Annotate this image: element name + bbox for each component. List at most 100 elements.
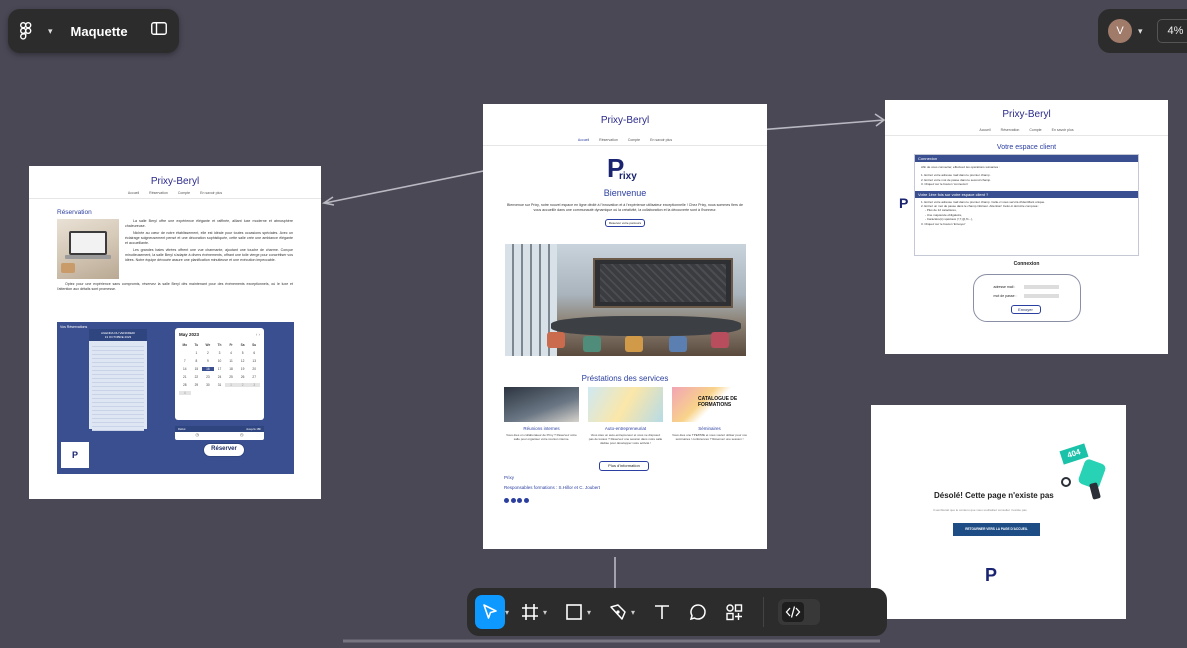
service-title: Auto-entrepreneuriat bbox=[604, 426, 647, 431]
email-field[interactable] bbox=[1023, 285, 1059, 289]
chevron-down-icon[interactable]: ▾ bbox=[505, 608, 509, 617]
calendar-day[interactable]: 24 bbox=[214, 375, 226, 379]
frame-404[interactable]: 404 Désolé! Cette page n'existe pas Il s… bbox=[871, 405, 1126, 619]
nav-account[interactable]: Compte bbox=[628, 138, 640, 142]
calendar-day[interactable]: 18 bbox=[225, 367, 237, 371]
dev-mode-toggle[interactable] bbox=[778, 599, 821, 625]
calendar-day[interactable]: 17 bbox=[214, 367, 226, 371]
text-paragraph: Les grandes baies vitrées offrent une vu… bbox=[125, 248, 293, 262]
calendar-day[interactable]: 19 bbox=[237, 367, 249, 371]
nav-reservation[interactable]: Réservation bbox=[599, 138, 618, 142]
nav-account[interactable]: Compte bbox=[178, 191, 190, 195]
hash-frame-icon bbox=[522, 604, 539, 620]
calendar[interactable]: May 2023 ‹ › Mo Tu We Th Fr Sa Su 1 2 3 4 5 6 7 8 9 10 11… bbox=[175, 328, 264, 420]
zoom-level[interactable]: 4% bbox=[1156, 19, 1187, 43]
figma-logo-icon[interactable] bbox=[20, 22, 46, 40]
nav-more[interactable]: En savoir plus bbox=[650, 138, 672, 142]
calendar-day[interactable]: 21 bbox=[179, 375, 191, 379]
calendar-day[interactable]: 3 bbox=[214, 351, 226, 355]
actions-tool[interactable] bbox=[719, 595, 749, 629]
calendar-day[interactable]: 7 bbox=[179, 359, 191, 363]
calendar-day[interactable]: 28 bbox=[179, 383, 191, 387]
nav-reservation[interactable]: Réservation bbox=[1001, 128, 1020, 132]
calendar-nav-icon[interactable]: ‹ › bbox=[256, 332, 260, 337]
social-icons bbox=[504, 498, 529, 503]
more-info-button[interactable]: Plus d'information bbox=[599, 461, 649, 471]
calendar-day[interactable]: 3 bbox=[248, 383, 260, 387]
time-range[interactable]: Début Jusqu'à 18h ◷ ◷ bbox=[175, 426, 264, 440]
frame-home[interactable]: Prixy-Beryl Accueil Réservation Compte E… bbox=[483, 104, 767, 549]
prixy-logo: P bbox=[61, 442, 89, 468]
nav-home[interactable]: Accueil bbox=[979, 128, 990, 132]
submit-button[interactable]: Envoyer bbox=[1010, 305, 1041, 314]
calendar-day[interactable]: 14 bbox=[179, 367, 191, 371]
nav-reservation[interactable]: Réservation bbox=[149, 191, 168, 195]
comment-tool[interactable] bbox=[683, 595, 713, 629]
nav-home[interactable]: Accueil bbox=[578, 138, 589, 142]
chevron-down-icon[interactable]: ▾ bbox=[1138, 26, 1143, 37]
calendar-day[interactable]: 4 bbox=[225, 351, 237, 355]
instruction-step: 3. Cliquez sur le bouton 'Envoyer' bbox=[921, 221, 966, 226]
frame-reservation[interactable]: Prixy-Beryl Accueil Réservation Compte E… bbox=[29, 166, 321, 499]
calendar-day[interactable]: 10 bbox=[214, 359, 226, 363]
move-tool[interactable] bbox=[475, 595, 505, 629]
calendar-day[interactable]: 12 bbox=[237, 359, 249, 363]
sidebar-toggle-icon[interactable] bbox=[151, 22, 167, 40]
calendar-day[interactable]: 31 bbox=[214, 383, 226, 387]
cta-button[interactable]: Réserver votre parcours bbox=[605, 219, 645, 227]
calendar-day[interactable]: 23 bbox=[202, 375, 214, 379]
calendar-day[interactable]: 8 bbox=[191, 359, 203, 363]
calendar-day[interactable]: 1 bbox=[225, 383, 237, 387]
nav-account[interactable]: Compte bbox=[1029, 128, 1041, 132]
nav-more[interactable]: En savoir plus bbox=[1052, 128, 1074, 132]
file-name[interactable]: Maquette bbox=[71, 24, 128, 39]
calendar-day[interactable]: 6 bbox=[248, 351, 260, 355]
calendar-day[interactable]: 15 bbox=[191, 367, 203, 371]
instagram-icon[interactable] bbox=[517, 498, 522, 503]
site-nav: Accueil Réservation Compte En savoir plu… bbox=[483, 138, 767, 142]
back-home-button[interactable]: RETOURNER VERS LA PAGE D'ACCUEIL bbox=[953, 523, 1040, 536]
calendar-day[interactable]: 2 bbox=[202, 351, 214, 355]
password-field[interactable] bbox=[1023, 294, 1059, 298]
prixy-logo: P bbox=[985, 565, 998, 585]
chevron-down-icon[interactable]: ▾ bbox=[543, 608, 547, 617]
frame-tool[interactable]: ▾ bbox=[515, 595, 553, 629]
chevron-down-icon[interactable]: ▾ bbox=[587, 608, 591, 617]
calendar-day[interactable] bbox=[179, 351, 191, 355]
calendar-day[interactable]: 27 bbox=[248, 375, 260, 379]
calendar-day[interactable]: 25 bbox=[225, 375, 237, 379]
reserve-button[interactable]: Réserver bbox=[203, 443, 245, 457]
frame-account[interactable]: Prixy-Beryl Accueil Réservation Compte E… bbox=[885, 100, 1168, 354]
tools-toolbar: ▾ ▾ ▾ ▾ bbox=[467, 588, 887, 636]
chevron-down-icon[interactable]: ▾ bbox=[48, 26, 53, 37]
twitter-icon[interactable] bbox=[510, 498, 516, 503]
text-paragraph: Optez pour une expérience sans compromis… bbox=[57, 282, 293, 291]
calendar-day[interactable]: 29 bbox=[191, 383, 203, 387]
calendar-day[interactable]: 11 bbox=[225, 359, 237, 363]
calendar-day[interactable]: 4 bbox=[179, 391, 191, 395]
nav-home[interactable]: Accueil bbox=[128, 191, 139, 195]
text-tool[interactable] bbox=[647, 595, 677, 629]
nav-more[interactable]: En savoir plus bbox=[200, 191, 222, 195]
facebook-icon[interactable] bbox=[504, 498, 509, 503]
avatar[interactable]: V bbox=[1108, 19, 1132, 43]
clock-icon: ◷ bbox=[195, 432, 200, 437]
calendar-day[interactable]: 2 bbox=[236, 383, 249, 387]
shape-tool[interactable]: ▾ bbox=[559, 595, 597, 629]
pen-tool[interactable]: ▾ bbox=[603, 595, 641, 629]
agenda: AGENDA DU VENDREDI 13 OCTOBRE 2023 bbox=[89, 329, 147, 431]
calendar-day[interactable]: 20 bbox=[248, 367, 260, 371]
calendar-day[interactable]: 9 bbox=[202, 359, 214, 363]
calendar-day[interactable]: 26 bbox=[237, 375, 249, 379]
footer-responsables: Responsables formations : S.Hillor et C.… bbox=[504, 485, 601, 490]
calendar-day[interactable]: 1 bbox=[191, 351, 203, 355]
calendar-day[interactable]: 13 bbox=[248, 359, 260, 363]
youtube-icon[interactable] bbox=[523, 498, 529, 503]
calendar-day[interactable]: 5 bbox=[237, 351, 249, 355]
calendar-day[interactable]: 16 bbox=[202, 367, 214, 371]
service-desc: Vous êtes une TPE/PME et vous voulez uti… bbox=[672, 433, 747, 441]
chevron-down-icon[interactable]: ▾ bbox=[631, 608, 635, 617]
calendar-day[interactable]: 30 bbox=[202, 383, 214, 387]
instruction-step: 3. Cliquez sur le bouton 'connexion' bbox=[921, 182, 969, 187]
calendar-day[interactable]: 22 bbox=[191, 375, 203, 379]
